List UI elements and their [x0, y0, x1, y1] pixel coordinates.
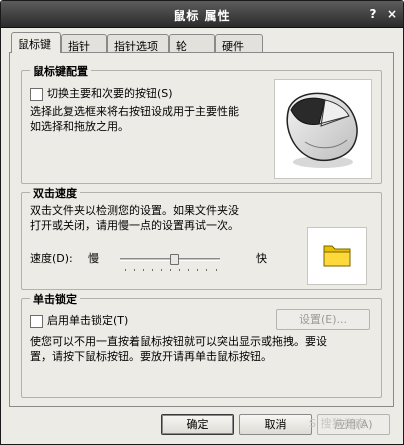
tab-wheel[interactable]: 轮 — [169, 34, 215, 53]
slider-tick — [143, 269, 144, 271]
double-click-title: 双击速度 — [30, 185, 80, 201]
mouse-image — [274, 79, 372, 179]
tab-buttons[interactable]: 鼠标键 — [11, 32, 61, 53]
swap-description-line2: 如选择和拖放之用。 — [30, 120, 129, 133]
slider-tick — [134, 269, 135, 271]
slow-label: 慢 — [88, 252, 99, 265]
speed-slider-thumb[interactable] — [170, 254, 179, 265]
help-button[interactable]: ? — [365, 6, 381, 22]
test-folder[interactable] — [307, 227, 367, 285]
double-click-description-line2: 打开或关闭，请用慢一点的设置再试一次。 — [30, 219, 239, 232]
click-lock-checkbox[interactable] — [30, 315, 43, 328]
swap-description-line1: 选择此复选框来将右按钮设成用于主要性能 — [30, 105, 239, 118]
folder-icon — [323, 245, 351, 267]
click-lock-label[interactable]: 启用单击锁定(T) — [47, 313, 128, 328]
double-click-description-line1: 双击文件夹以检测您的设置。如果文件夹没 — [30, 204, 239, 217]
mouse-properties-dialog: 鼠标 属性 ? × 鼠标键 指针 指针选项 轮 硬件 鼠标键配置 切换主要和次要… — [0, 0, 404, 445]
tab-panel: 鼠标键配置 切换主要和次要的按钮(S) 选择此复选框来将右按钮设成用于主要性能 … — [9, 52, 394, 407]
button-config-group: 鼠标键配置 切换主要和次要的按钮(S) 选择此复选框来将右按钮设成用于主要性能 … — [21, 63, 382, 184]
ok-button[interactable]: 确定 — [161, 414, 234, 435]
title-bar[interactable]: 鼠标 属性 ? × — [1, 1, 403, 28]
slider-tick — [179, 269, 180, 271]
click-lock-group: 单击锁定 启用单击锁定(T) 设置(E)... 使您可以不用一直按着鼠标按钮就可… — [21, 291, 382, 398]
speed-slider[interactable] — [120, 251, 220, 277]
window-title: 鼠标 属性 — [173, 9, 231, 23]
click-lock-settings-button[interactable]: 设置(E)... — [276, 309, 370, 330]
slider-tick — [125, 269, 126, 271]
double-click-group: 双击速度 双击文件夹以检测您的设置。如果文件夹没 打开或关闭，请用慢一点的设置再… — [21, 185, 382, 290]
mouse-icon — [286, 92, 358, 168]
slider-tick — [170, 269, 171, 271]
watermark: S 搜狗指南 — [309, 417, 367, 430]
click-lock-description-line2: 置，请按下鼠标按钮。要放开请再单击鼠标按钮。 — [30, 350, 272, 363]
tab-hardware[interactable]: 硬件 — [215, 34, 263, 53]
slider-tick — [161, 269, 162, 271]
slider-tick — [216, 269, 217, 271]
slider-tick — [188, 269, 189, 271]
tab-pointer-options[interactable]: 指针选项 — [107, 34, 169, 53]
close-button[interactable]: × — [384, 6, 400, 22]
slider-tick — [197, 269, 198, 271]
click-lock-title: 单击锁定 — [30, 291, 80, 307]
swap-buttons-checkbox[interactable] — [30, 88, 43, 101]
fast-label: 快 — [256, 252, 267, 265]
slider-tick — [206, 269, 207, 271]
slider-tick — [152, 269, 153, 271]
speed-label: 速度(D): — [30, 252, 73, 265]
swap-buttons-label[interactable]: 切换主要和次要的按钮(S) — [47, 86, 173, 101]
button-config-title: 鼠标键配置 — [30, 63, 91, 79]
tab-pointers[interactable]: 指针 — [61, 34, 107, 53]
tab-buttons-label: 鼠标键 — [18, 38, 51, 51]
click-lock-description-line1: 使您可以不用一直按着鼠标按钮就可以突出显示或拖拽。要设 — [30, 335, 327, 348]
cancel-button[interactable]: 取消 — [239, 414, 312, 435]
